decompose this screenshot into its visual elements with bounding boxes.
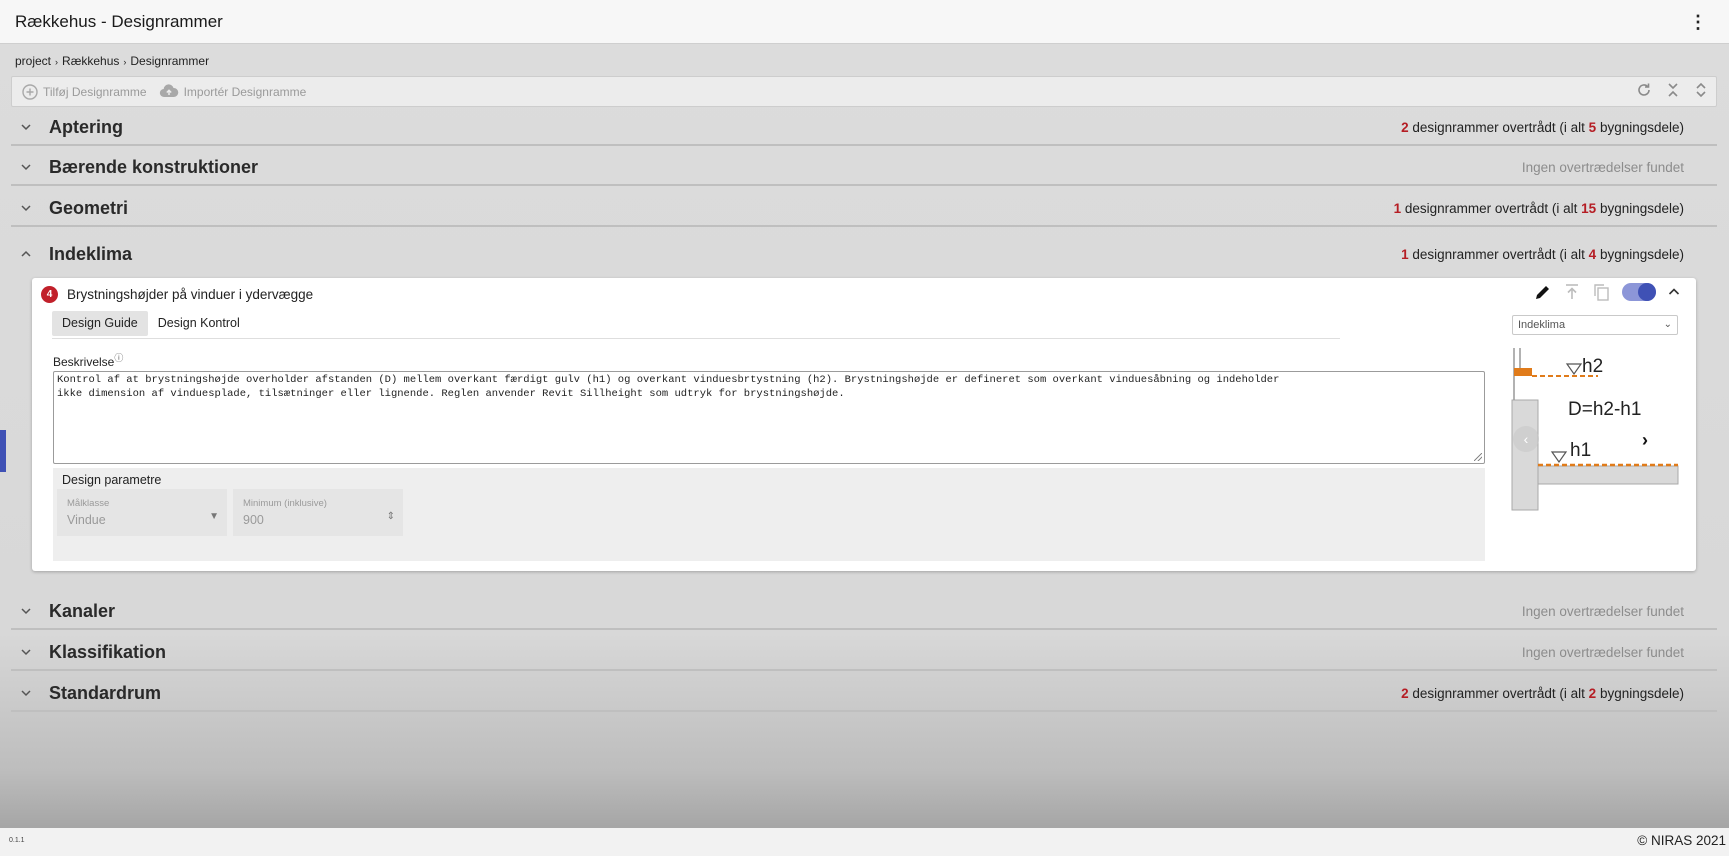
category-select-value: Indeklima [1518, 319, 1566, 331]
section-kanaler[interactable]: Kanaler Ingen overtrædelser fundet [11, 594, 1717, 630]
description-label: Beskrivelseⓘ [53, 353, 124, 369]
version-label: 0.1.1 [9, 837, 25, 844]
no-violations-status: Ingen overtrædelser fundet [1521, 603, 1684, 619]
chevron-up-icon[interactable] [1668, 287, 1680, 297]
chevron-down-icon[interactable] [17, 648, 35, 656]
breadcrumb-item-project[interactable]: project [15, 54, 51, 68]
formula-label: D=h2-h1 [1568, 399, 1642, 420]
category-select[interactable]: Indeklima ⌄ [1512, 315, 1678, 335]
collapse-all-icon[interactable] [1666, 82, 1680, 98]
design-parameters-panel: Design parametre Målklasse Vindue ▼ Mini… [53, 468, 1485, 561]
more-menu-icon[interactable]: ⋮ [1689, 12, 1707, 32]
design-parameters-title: Design parametre [62, 473, 162, 487]
section-title[interactable]: Aptering [49, 117, 123, 138]
violation-status: 2 designrammer overtrådt (i alt 2 bygnin… [1401, 685, 1684, 701]
copy-icon[interactable] [1592, 283, 1610, 301]
chevron-down-icon[interactable] [17, 163, 35, 171]
description-line: ikke dimension af vinduesplade, tilsætni… [57, 387, 845, 400]
section-klassifikation[interactable]: Klassifikation Ingen overtrædelser funde… [11, 635, 1717, 671]
section-baerende-konstruktioner[interactable]: Bærende konstruktioner Ingen overtrædels… [11, 150, 1717, 186]
section-title[interactable]: Geometri [49, 198, 128, 219]
footer: 0.1.1 © NIRAS 2021 [0, 828, 1729, 856]
field-label: Målklasse [67, 498, 110, 509]
add-circle-icon [22, 83, 38, 100]
breadcrumb-item-designrammer: Designrammer [130, 54, 210, 68]
violation-status: 2 designrammer overtrådt (i alt 5 bygnin… [1401, 119, 1684, 135]
section-title[interactable]: Klassifikation [49, 642, 166, 663]
minimum-number-input[interactable]: Minimum (inklusive) 900 ⇕ [233, 489, 403, 536]
enabled-toggle[interactable] [1622, 283, 1656, 301]
chevron-up-icon[interactable] [17, 250, 35, 258]
field-value: Vindue [67, 513, 106, 527]
edit-pencil-icon[interactable] [1534, 283, 1552, 301]
tab-design-kontrol[interactable]: Design Kontrol [148, 311, 250, 336]
add-designramme-label: Tilføj Designramme [43, 84, 147, 99]
section-title[interactable]: Bærende konstruktioner [49, 157, 258, 178]
breadcrumb-item-raekkehus[interactable]: Rækkehus [62, 54, 119, 68]
section-geometri[interactable]: Geometri 1 designrammer overtrådt (i alt… [11, 191, 1717, 227]
upload-top-icon[interactable] [1564, 283, 1580, 301]
chevron-down-icon: ⌄ [1663, 319, 1672, 330]
violation-status: 1 designrammer overtrådt (i alt 4 bygnin… [1401, 246, 1684, 262]
designramme-title: Brystningshøjder på vinduer i ydervægge [67, 287, 314, 302]
toolbar: Tilføj Designramme Importér Designramme [11, 76, 1717, 107]
refresh-icon[interactable] [1636, 82, 1652, 98]
copyright-label: © NIRAS 2021 [1637, 833, 1726, 848]
info-icon[interactable]: ⓘ [114, 353, 123, 363]
toggle-knob [1638, 283, 1656, 301]
carousel-prev-button[interactable]: ‹ [1513, 426, 1539, 452]
section-title[interactable]: Kanaler [49, 601, 115, 622]
card-tabs: Design Guide Design Kontrol [52, 311, 250, 336]
section-indeklima[interactable]: Indeklima 1 designrammer overtrådt (i al… [11, 236, 1717, 272]
field-label: Minimum (inklusive) [243, 498, 327, 509]
chevron-down-icon[interactable] [17, 689, 35, 697]
h1-label: h1 [1570, 440, 1592, 461]
chevron-down-icon[interactable] [17, 607, 35, 615]
no-violations-status: Ingen overtrædelser fundet [1521, 644, 1684, 660]
import-designramme-label: Importér Designramme [183, 84, 307, 99]
cloud-upload-icon [159, 83, 179, 100]
h2-label: h2 [1582, 356, 1604, 377]
dropdown-arrow-icon: ▼ [209, 511, 219, 522]
tab-design-guide[interactable]: Design Guide [52, 311, 148, 336]
section-standardrum[interactable]: Standardrum 2 designrammer overtrådt (i … [11, 676, 1717, 712]
field-value: 900 [243, 513, 264, 527]
chevron-down-icon[interactable] [17, 204, 35, 212]
section-aptering[interactable]: Aptering 2 designrammer overtrådt (i alt… [11, 110, 1717, 146]
description-line: Kontrol af at brystningshøjde overholder… [57, 374, 1280, 386]
description-textarea[interactable]: Kontrol af at brystningshøjde overholder… [53, 371, 1485, 464]
chevron-right-icon: › [123, 57, 127, 67]
chevron-right-icon: › [55, 57, 59, 67]
designramme-card: 4 Brystningshøjder på vinduer i ydervægg… [32, 278, 1696, 571]
side-panel-handle[interactable] [0, 430, 6, 472]
chevron-down-icon[interactable] [17, 123, 35, 131]
no-violations-status: Ingen overtrædelser fundet [1521, 159, 1684, 175]
section-title[interactable]: Indeklima [49, 244, 132, 265]
carousel-next-button[interactable]: › [1642, 430, 1648, 451]
section-title[interactable]: Standardrum [49, 683, 161, 704]
violation-count-badge: 4 [41, 286, 58, 303]
import-designramme-button[interactable]: Importér Designramme [159, 83, 307, 100]
violation-status: 1 designrammer overtrådt (i alt 15 bygni… [1393, 200, 1684, 216]
stepper-icon[interactable]: ⇕ [387, 511, 395, 522]
maalklasse-select[interactable]: Målklasse Vindue ▼ [57, 489, 227, 536]
add-designramme-button[interactable]: Tilføj Designramme [22, 83, 147, 100]
resize-grip-icon[interactable] [1474, 453, 1482, 461]
expand-all-icon[interactable] [1694, 82, 1708, 98]
card-actions [1534, 283, 1680, 301]
app-title: Rækkehus - Designrammer [15, 11, 223, 31]
breadcrumb: project › Rækkehus › Designrammer [15, 54, 209, 68]
app-titlebar: Rækkehus - Designrammer ⋮ [0, 0, 1729, 44]
tabs-divider [52, 338, 1340, 339]
